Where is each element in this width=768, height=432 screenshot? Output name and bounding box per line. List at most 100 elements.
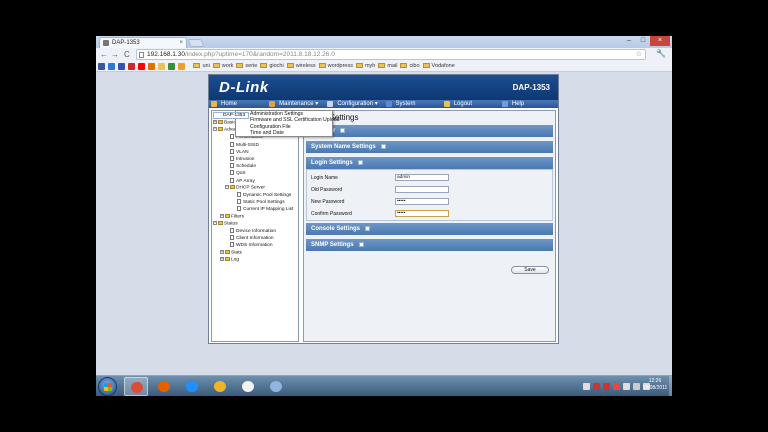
address-bar[interactable]: 192.168.1.30/index.php?uptime=170&random…	[136, 49, 646, 60]
tree-filters[interactable]: + Filters	[220, 213, 244, 220]
tray-icon[interactable]	[623, 383, 630, 390]
document-icon	[230, 163, 234, 169]
section-snmp[interactable]: SNMP Settings	[306, 239, 553, 251]
menu-item[interactable]: Logout	[442, 100, 500, 108]
bookmark-site-icon[interactable]	[118, 63, 125, 70]
tree-item[interactable]: QoS	[230, 170, 246, 177]
forward-button[interactable]: →	[111, 49, 119, 60]
tab-close-icon[interactable]: ×	[179, 38, 183, 48]
save-button[interactable]: Save	[511, 266, 549, 274]
bookmark-site-icon[interactable]	[98, 63, 105, 70]
start-button[interactable]	[98, 377, 117, 396]
bookmark-folder[interactable]: uni	[193, 61, 210, 71]
minimize-button[interactable]: –	[622, 36, 636, 46]
tree-item[interactable]: Schedule	[230, 163, 256, 170]
tree-log[interactable]: + Log	[220, 256, 239, 263]
back-button[interactable]: ←	[100, 49, 108, 60]
bookmark-folder[interactable]: giochi	[260, 61, 284, 71]
bookmark-site-icon[interactable]	[158, 63, 165, 70]
expand-icon[interactable]: +	[220, 249, 224, 254]
new-tab-button[interactable]	[187, 39, 205, 47]
section-checkbox[interactable]	[365, 225, 371, 231]
bookmark-site-icon[interactable]	[138, 63, 145, 70]
taskbar-chrome-button[interactable]	[124, 377, 148, 396]
browser-tab[interactable]: DAP-1353 ×	[99, 37, 187, 48]
main-panel: ation Settings nistrator System Name Set…	[303, 110, 556, 342]
show-desktop-button[interactable]	[669, 376, 672, 396]
tree-item[interactable]: VLAN	[230, 148, 249, 156]
tree-item[interactable]: Static Pool Settings	[237, 199, 285, 206]
tree-item[interactable]: Client Information	[230, 235, 274, 242]
tree-item[interactable]: Multi-SSID	[230, 141, 259, 149]
expand-icon[interactable]: +	[213, 120, 217, 124]
section-checkbox[interactable]	[357, 159, 363, 165]
section-checkbox[interactable]	[380, 143, 386, 149]
dlink-admin-app: D-Link DAP-1353 Home Maintenance ▾ Configu…	[208, 74, 559, 344]
section-login[interactable]: Login Settings	[306, 157, 553, 169]
bookmark-site-icon[interactable]	[148, 63, 155, 70]
bookmark-star-icon[interactable]: ☆	[636, 50, 642, 59]
confirm-password-input[interactable]: •••••	[395, 210, 449, 217]
tree-item[interactable]: Current IP Mapping List	[237, 206, 293, 213]
bookmark-site-icon[interactable]	[128, 63, 135, 70]
expand-icon[interactable]: +	[220, 213, 224, 218]
popup-menu-item[interactable]: Firmware and SSL Certification Upload	[236, 117, 339, 123]
tree-root-dap-1353[interactable]: DAP-1353	[213, 112, 249, 119]
bookmark-folder[interactable]: serie	[236, 61, 257, 71]
tree-status[interactable]: − Status	[213, 220, 238, 227]
taskbar-explorer-button[interactable]	[236, 377, 260, 396]
login-name-input[interactable]: admin	[395, 174, 449, 181]
tray-icon[interactable]	[633, 383, 640, 390]
tree-stats[interactable]: + Stats	[220, 249, 242, 256]
section-console[interactable]: Console Settings	[306, 223, 553, 235]
bookmark-site-icon[interactable]	[108, 63, 115, 70]
collapse-icon[interactable]: −	[213, 127, 217, 132]
menu-item[interactable]: Maintenance ▾	[267, 100, 325, 108]
tree-item[interactable]: Device Information	[230, 228, 276, 235]
clock[interactable]: 12:26 18/08/2011	[642, 378, 668, 392]
taskbar-firefox-button[interactable]	[152, 377, 176, 396]
bookmark-folder[interactable]: mail	[378, 61, 397, 71]
tray-icon[interactable]	[603, 383, 610, 390]
bookmark-folder[interactable]: myh	[355, 61, 375, 71]
bookmark-folder[interactable]: wordpress	[318, 61, 353, 71]
tree-item[interactable]: WDS Information	[230, 242, 273, 249]
collapse-icon[interactable]: −	[225, 184, 229, 189]
popup-menu-item[interactable]: Time and Date	[236, 130, 332, 136]
menu-item[interactable]: Home	[209, 100, 267, 108]
collapse-icon[interactable]: −	[213, 220, 217, 225]
close-window-button[interactable]: ×	[650, 36, 670, 46]
taskbar-network-button[interactable]	[264, 377, 288, 396]
tray-icon[interactable]	[583, 383, 590, 390]
tree-item[interactable]: Intrusion	[230, 156, 254, 163]
wrench-menu-icon[interactable]: 🔧	[656, 49, 666, 58]
tree-dhcp-server[interactable]: − DHCP Server	[225, 184, 265, 191]
bookmarks-bar: uni work serie giochi wireless wordpress myh ma…	[96, 61, 672, 72]
section-system-name[interactable]: System Name Settings	[306, 141, 553, 153]
bookmark-site-icon[interactable]	[168, 63, 175, 70]
section-checkbox[interactable]	[358, 241, 364, 247]
old-password-input[interactable]	[395, 186, 449, 193]
menu-item[interactable]: System	[384, 100, 442, 108]
section-administrator[interactable]: nistrator	[306, 125, 553, 137]
tray-icon[interactable]	[593, 383, 600, 390]
taskbar-internet-explorer-button[interactable]	[180, 377, 204, 396]
tree-item[interactable]: AP Array	[230, 177, 255, 185]
menu-item[interactable]: Help	[500, 100, 558, 108]
bookmark-folder[interactable]: wireless	[286, 61, 316, 71]
bookmark-folder[interactable]: Vodafone	[422, 61, 455, 71]
tray-icon[interactable]	[613, 383, 620, 390]
tree-item[interactable]: Dynamic Pool Settings	[237, 192, 291, 199]
bookmark-folder[interactable]: work	[212, 61, 233, 71]
new-password-input[interactable]: •••••	[395, 198, 449, 205]
reload-button[interactable]: C	[124, 49, 130, 60]
bookmark-folder[interactable]: cibo	[400, 61, 420, 71]
menu-item[interactable]: Configuration ▾	[325, 100, 383, 108]
menu-icon	[327, 101, 334, 107]
expand-icon[interactable]: +	[220, 256, 224, 261]
bookmark-site-icon[interactable]	[178, 63, 185, 70]
maximize-button[interactable]: □	[636, 36, 650, 46]
section-checkbox[interactable]	[340, 127, 346, 133]
taskbar-outlook-button[interactable]	[208, 377, 232, 396]
folder-icon	[400, 63, 408, 69]
